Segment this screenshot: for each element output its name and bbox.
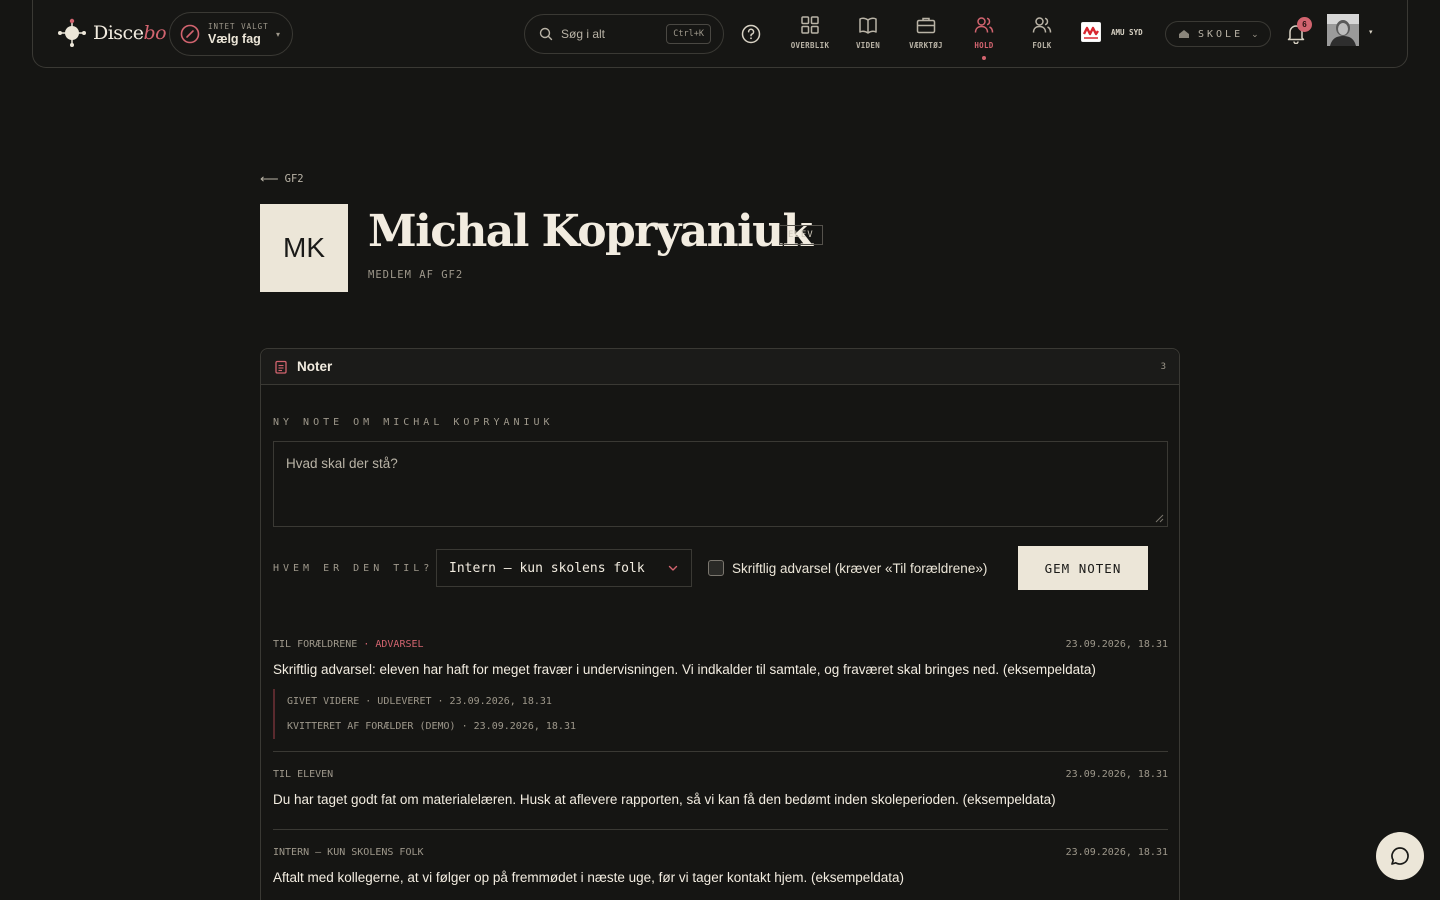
note-text: Du har taget godt fat om materialelæren.… [273,792,1056,807]
nav-label: VÆRKTØJ [909,41,943,50]
resize-grip-icon[interactable] [1154,513,1164,523]
chat-button[interactable] [1376,832,1424,880]
note-audience: TIL ELEVEN [273,769,334,780]
nav-item-hold[interactable]: HOLD [955,14,1013,60]
clipboard-icon [275,360,287,374]
membership-text: MEDLEM AF GF2 [368,269,464,281]
notes-panel-header: Noter 3 [261,349,1179,385]
school-icon [1179,30,1189,38]
chevron-down-icon [668,565,678,571]
divider [273,751,1168,752]
compass-logo-icon [58,18,86,47]
organisation-logo [1081,22,1101,42]
note-date: 23.09.2026, 18.31 [1065,639,1168,650]
subject-picker-label: Vælg fag [208,32,261,46]
note-item: INTERN — KUN SKOLENS FOLK 23.09.2026, 18… [273,847,1168,885]
nav-item-folk[interactable]: FOLK [1013,14,1071,50]
compass-icon [180,24,200,44]
notes-count: 3 [1160,361,1166,372]
nav-item-viden[interactable]: VIDEN [839,14,897,50]
nav-item-overblik[interactable]: OVERBLIK [781,14,839,50]
nav-label: VIDEN [855,41,881,50]
arrow-left-icon: ⟵ [260,171,279,186]
note-item: TIL ELEVEN 23.09.2026, 18.31 Du har tage… [273,769,1168,807]
note-delivery-trail: GIVET VIDERE · UDLEVERET · 23.09.2026, 1… [273,689,1168,739]
brand-name: Discebo [93,22,167,44]
organisation-name: AMU SYD [1111,27,1143,37]
note-date: 23.09.2026, 18.31 [1065,769,1168,780]
search-placeholder: Søg i alt [561,27,606,41]
active-indicator [982,56,986,60]
divider [273,829,1168,830]
nav-item-vaerktoj[interactable]: VÆRKTØJ [897,14,955,50]
note-item: TIL FORÆLDRENE · ADVARSEL 23.09.2026, 18… [273,639,1168,739]
users-icon [974,17,994,33]
note-textarea[interactable] [273,441,1168,527]
search-box[interactable]: Søg i alt Ctrl+K [524,14,724,54]
warning-checkbox[interactable] [708,560,724,576]
book-icon [859,17,877,34]
briefcase-icon [916,17,936,34]
nav-label: FOLK [1032,41,1052,50]
nav-label: HOLD [974,41,994,50]
avatar[interactable] [1327,14,1359,46]
note-audience: TIL FORÆLDRENE [273,639,358,650]
search-icon [539,27,553,41]
notification-badge: 6 [1297,17,1312,32]
search-shortcut: Ctrl+K [666,24,711,44]
note-audience: INTERN — KUN SKOLENS FOLK [273,847,424,858]
note-date: 23.09.2026, 18.31 [1065,847,1168,858]
note-warning-tag: ADVARSEL [375,639,424,650]
help-icon[interactable] [741,24,761,44]
brand-logo[interactable]: Discebo [57,18,167,48]
page-title: Michal Kopryaniuk [368,206,813,257]
top-bar: Discebo INTET VALGT Vælg fag ▾ Søg i alt… [32,0,1408,68]
chevron-down-icon: ▾ [275,30,280,39]
note-text: Aftalt med kollegerne, at vi følger op p… [273,870,905,885]
subject-picker[interactable]: INTET VALGT Vælg fag ▾ [169,12,293,56]
note-separator: · [363,639,376,650]
note-trail-entry: KVITTERET AF FORÆLDER (DEMO) · 23.09.202… [287,721,576,732]
subject-picker-hint: INTET VALGT [208,22,269,31]
note-text: Skriftlig advarsel: eleven har haft for … [273,662,1096,677]
back-link[interactable]: ⟵ GF2 [260,171,304,187]
school-selector-label: SKOLE [1198,28,1244,40]
warning-checkbox-label[interactable]: Skriftlig advarsel (kræver «Til forældre… [732,561,987,576]
back-link-label: GF2 [284,173,304,185]
chevron-down-icon: ⌄ [1251,28,1259,39]
organisation[interactable]: AMU SYD [1081,22,1143,42]
student-avatar: MK [260,204,348,292]
notes-panel: Noter 3 NY NOTE OM MICHAL KOPRYANIUK HVE… [260,348,1180,900]
nav-label: OVERBLIK [790,41,830,50]
save-note-button[interactable]: GEM NOTEN [1018,546,1148,590]
new-note-label: NY NOTE OM MICHAL KOPRYANIUK [273,417,554,428]
grid-icon [801,16,819,34]
note-meta: TIL FORÆLDRENE · ADVARSEL [273,639,1168,650]
audience-label: HVEM ER DEN TIL? [273,563,434,574]
note-trail-entry: GIVET VIDERE · UDLEVERET · 23.09.2026, 1… [287,696,552,707]
main-nav: OVERBLIK VIDEN VÆRKTØJ HOLD FOLK [781,14,1071,60]
people-icon [1032,17,1052,33]
chat-bubble-icon [1391,847,1409,865]
audience-select[interactable]: Intern — kun skolens folk [436,549,692,587]
notes-panel-title: Noter [297,359,333,374]
account-menu-caret-icon[interactable]: ▾ [1369,28,1373,36]
role-badge: ELEV [779,225,823,245]
audience-select-value: Intern — kun skolens folk [449,560,645,576]
school-selector[interactable]: SKOLE ⌄ [1165,21,1271,47]
